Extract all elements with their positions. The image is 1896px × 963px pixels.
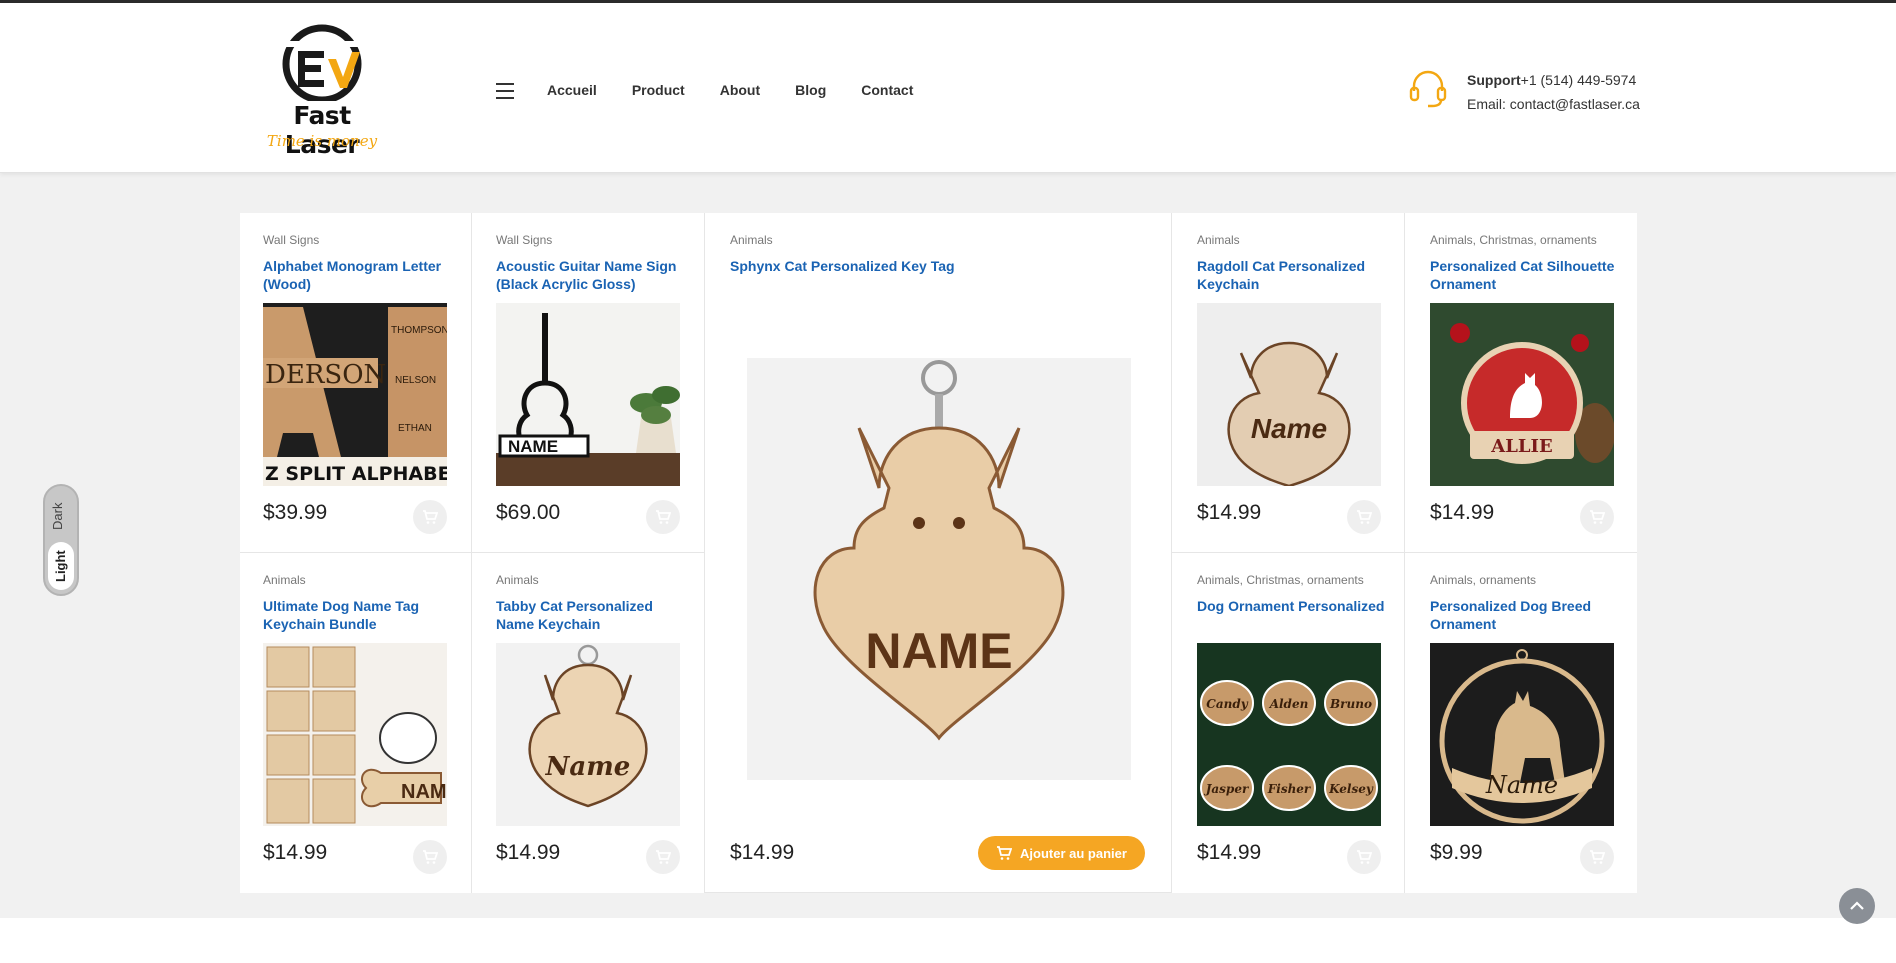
headset-icon: [1409, 70, 1447, 108]
add-to-cart-icon[interactable]: [646, 840, 680, 874]
monogram-banner-text: Z SPLIT ALPHABET LET: [265, 463, 447, 485]
product-category[interactable]: Animals: [1197, 233, 1387, 247]
ornament-text: ALLIE: [1490, 436, 1552, 457]
ornament-text: Name: [1485, 771, 1558, 799]
product-image[interactable]: Candy Alden Bruno Jasper Fisher Kelsey: [1197, 643, 1381, 826]
site-header: Fast Laser Time is money Accueil Product…: [0, 3, 1896, 173]
key-tag-text: NAME: [865, 623, 1012, 679]
ornament-name-text: Candy: [1206, 697, 1248, 711]
product-price: $14.99: [1197, 501, 1262, 524]
product-price: $14.99: [730, 841, 795, 864]
product-card: Animals Ragdoll Cat Personalized Keychai…: [1172, 213, 1405, 553]
add-to-cart-button[interactable]: Ajouter au panier: [978, 836, 1145, 870]
monogram-small-text: NELSON: [395, 375, 436, 386]
product-title[interactable]: Ragdoll Cat Personalized Keychain: [1197, 257, 1387, 293]
product-image[interactable]: Name: [1430, 643, 1614, 826]
product-price: $14.99: [496, 841, 561, 864]
product-title[interactable]: Ultimate Dog Name Tag Keychain Bundle: [263, 597, 453, 633]
featured-product-card: Animals Sphynx Cat Personalized Key Tag …: [705, 213, 1172, 893]
nav-product[interactable]: Product: [632, 82, 685, 98]
ornament-name-text: Bruno: [1329, 697, 1372, 711]
ornament-name-text: Fisher: [1267, 782, 1312, 796]
product-title[interactable]: Tabby Cat Personalized Name Keychain: [496, 597, 686, 633]
product-card: Animals, Christmas, ornaments Dog Orname…: [1172, 553, 1405, 893]
ornament-name-text: Kelsey: [1328, 782, 1374, 796]
product-image[interactable]: NAM: [263, 643, 447, 826]
product-image[interactable]: Name: [496, 643, 680, 826]
product-card: Animals, Christmas, ornaments Personaliz…: [1405, 213, 1637, 553]
product-card: Wall Signs Acoustic Guitar Name Sign (Bl…: [472, 213, 705, 553]
product-price: $9.99: [1430, 841, 1483, 864]
monogram-small-text: THOMPSON: [391, 325, 447, 336]
chevron-up-icon: [1850, 901, 1864, 910]
product-category[interactable]: Wall Signs: [263, 233, 453, 247]
add-to-cart-icon[interactable]: [1580, 840, 1614, 874]
product-card: Animals Tabby Cat Personalized Name Keyc…: [472, 553, 705, 893]
keychain-text: Name: [545, 752, 631, 782]
product-category[interactable]: Animals: [496, 573, 686, 587]
monogram-small-text: ETHAN: [398, 423, 432, 434]
support-label: Support: [1467, 72, 1521, 88]
product-category[interactable]: Animals: [730, 233, 1150, 247]
logo-mark: [282, 24, 362, 104]
add-to-cart-icon[interactable]: [413, 500, 447, 534]
nav-about[interactable]: About: [720, 82, 760, 98]
product-image[interactable]: DERSON THOMPSON NELSON ETHAN Z SPLIT ALP…: [263, 303, 447, 486]
svg-text:NAM: NAM: [401, 781, 447, 803]
product-image[interactable]: Name: [1197, 303, 1381, 486]
product-card: Animals Ultimate Dog Name Tag Keychain B…: [240, 553, 472, 893]
product-image[interactable]: NAME: [747, 358, 1131, 780]
support-phone[interactable]: +1 (514) 449-5974: [1521, 72, 1637, 88]
product-category[interactable]: Animals, ornaments: [1430, 573, 1625, 587]
add-to-cart-icon[interactable]: [646, 500, 680, 534]
support-email[interactable]: Email: contact@fastlaser.ca: [1467, 92, 1640, 116]
product-price: $39.99: [263, 501, 328, 524]
product-image[interactable]: ALLIE: [1430, 303, 1614, 486]
logo-text: Fast Laser: [284, 101, 360, 159]
main-nav: Accueil Product About Blog Contact: [547, 82, 913, 98]
cart-icon: [997, 846, 1012, 860]
hamburger-menu-icon[interactable]: [496, 83, 514, 99]
product-price: $14.99: [1197, 841, 1262, 864]
keychain-text: Name: [1251, 413, 1327, 444]
monogram-text: DERSON: [265, 360, 386, 390]
product-price: $14.99: [263, 841, 328, 864]
theme-light-option[interactable]: Light: [48, 542, 74, 590]
ornament-name-text: Jasper: [1204, 782, 1250, 796]
product-card: Animals, ornaments Personalized Dog Bree…: [1405, 553, 1637, 893]
add-to-cart-label: Ajouter au panier: [1020, 845, 1127, 861]
product-grid: Wall Signs Alphabet Monogram Letter (Woo…: [240, 213, 1637, 893]
ornament-name-text: Alden: [1269, 697, 1309, 711]
product-card: Wall Signs Alphabet Monogram Letter (Woo…: [240, 213, 472, 553]
product-price: $14.99: [1430, 501, 1495, 524]
product-title[interactable]: Dog Ornament Personalized: [1197, 597, 1392, 615]
product-category[interactable]: Animals: [263, 573, 453, 587]
nav-blog[interactable]: Blog: [795, 82, 826, 98]
logo-tagline: Time is money: [266, 132, 378, 150]
footer-strip: [0, 918, 1896, 963]
nav-accueil[interactable]: Accueil: [547, 82, 597, 98]
add-to-cart-icon[interactable]: [1347, 840, 1381, 874]
theme-switch[interactable]: Dark Light: [43, 484, 79, 596]
product-image[interactable]: NAME: [496, 303, 680, 486]
product-title[interactable]: Personalized Cat Silhouette Ornament: [1430, 257, 1625, 293]
support-info: Support+1 (514) 449-5974 Email: contact@…: [1467, 68, 1640, 116]
product-title[interactable]: Alphabet Monogram Letter (Wood): [263, 257, 453, 293]
product-category[interactable]: Animals, Christmas, ornaments: [1430, 233, 1625, 247]
product-category[interactable]: Wall Signs: [496, 233, 686, 247]
site-logo[interactable]: Fast Laser Time is money: [254, 21, 390, 159]
nav-contact[interactable]: Contact: [861, 82, 913, 98]
product-price: $69.00: [496, 501, 561, 524]
add-to-cart-icon[interactable]: [1347, 500, 1381, 534]
theme-dark-option[interactable]: Dark: [50, 494, 72, 538]
product-category[interactable]: Animals, Christmas, ornaments: [1197, 573, 1392, 587]
product-title[interactable]: Acoustic Guitar Name Sign (Black Acrylic…: [496, 257, 686, 293]
product-title[interactable]: Sphynx Cat Personalized Key Tag: [730, 257, 1150, 275]
add-to-cart-icon[interactable]: [413, 840, 447, 874]
add-to-cart-icon[interactable]: [1580, 500, 1614, 534]
guitar-sign-text: NAME: [508, 437, 558, 456]
product-title[interactable]: Personalized Dog Breed Ornament: [1430, 597, 1625, 633]
scroll-to-top-button[interactable]: [1839, 888, 1875, 924]
